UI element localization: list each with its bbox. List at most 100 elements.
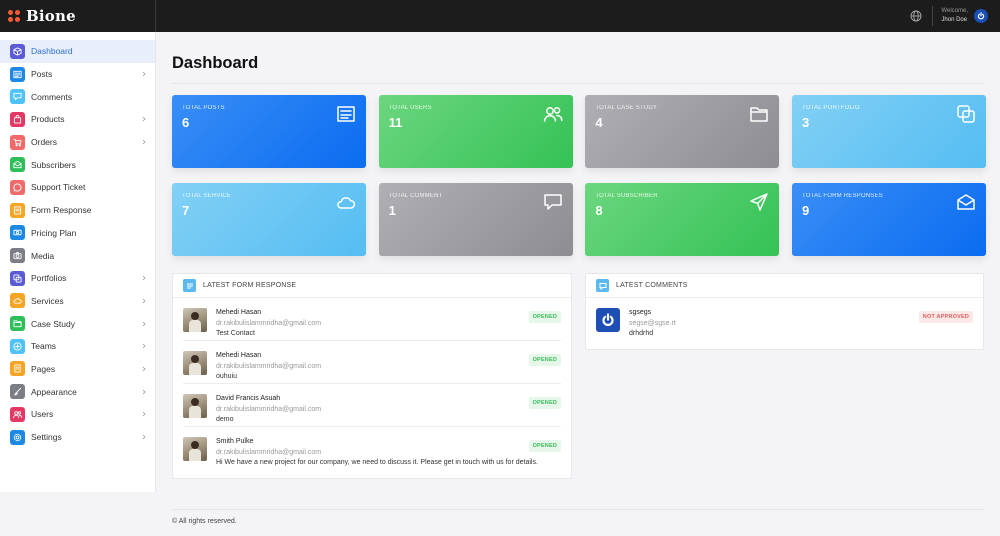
sidebar-item-label: Subscribers — [31, 159, 76, 170]
stat-value: 9 — [801, 203, 810, 218]
stat-label: TOTAL SERVICE — [182, 193, 232, 199]
stat-card-total-case-study[interactable]: TOTAL CASE STUDY 4 — [585, 95, 780, 168]
sidebar-item-label: Media — [31, 250, 55, 261]
stat-card-total-service[interactable]: TOTAL SERVICE 7 — [172, 183, 366, 256]
stat-card-total-comment[interactable]: TOTAL COMMENT 1 — [378, 183, 573, 256]
form-response-row[interactable]: Mehedi Hasan dr.rakibulislammridha@gmail.… — [183, 341, 561, 384]
title-divider — [172, 83, 984, 84]
comment-icon — [543, 192, 563, 210]
sidebar-item-dashboard[interactable]: Dashboard — [0, 40, 155, 63]
response-name: Smith Pulke — [216, 438, 254, 445]
response-text: Mehedi Hasan dr.rakibulislammridha@gmail.… — [216, 351, 561, 383]
stat-value: 7 — [182, 203, 190, 218]
sidebar-item-label: Appearance — [31, 386, 77, 397]
stat-label: TOTAL POSTS — [182, 105, 225, 111]
stat-value: 3 — [801, 115, 810, 130]
power-icon — [977, 12, 985, 20]
avatar — [183, 308, 207, 332]
sidebar-item-pages[interactable]: Pages — [0, 358, 155, 381]
comment-row[interactable]: sgsegs segse@sgse.rt drhdrhd NOT APPROVED — [596, 298, 973, 341]
chevron-right-icon — [142, 412, 146, 417]
stat-label: TOTAL USERS — [388, 105, 432, 111]
response-name: Mehedi Hasan — [216, 309, 262, 316]
mail-open-icon — [956, 192, 976, 210]
sidebar-item-services[interactable]: Services — [0, 290, 155, 313]
send-icon — [749, 192, 769, 211]
stat-value: 8 — [595, 203, 603, 218]
user-avatar[interactable] — [974, 9, 988, 23]
brand-logo[interactable]: Bione — [0, 0, 156, 32]
stat-label: TOTAL CASE STUDY — [595, 105, 658, 111]
sidebar-item-orders[interactable]: Orders — [0, 131, 155, 154]
sidebar-item-users[interactable]: Users — [0, 403, 155, 426]
layers-icon — [10, 270, 25, 286]
panel-header: LATEST COMMENTS — [586, 274, 983, 298]
sidebar-item-products[interactable]: Products — [0, 108, 155, 131]
footer-copyright: © All rights reserved. — [172, 518, 237, 525]
sidebar-item-portfolios[interactable]: Portfolios — [0, 267, 155, 290]
sidebar-item-label: Support Ticket — [31, 182, 86, 193]
circle-plus-icon — [10, 338, 25, 354]
header-user-area: Welcome, Jhon Doe — [910, 0, 1000, 32]
chevron-right-icon — [142, 434, 146, 440]
sidebar-item-comments[interactable]: Comments — [0, 85, 155, 108]
response-email: dr.rakibulislammridha@gmail.com — [216, 362, 322, 370]
sidebar-item-label: Comments — [31, 91, 73, 102]
sidebar-item-label: Products — [31, 114, 65, 125]
welcome-text: Welcome, Jhon Doe — [941, 7, 968, 25]
main-content: Dashboard TOTAL POSTS 6 TOTAL USERS 11 TOTAL… — [172, 32, 986, 479]
stat-card-total-form-responses[interactable]: TOTAL FORM RESPONSES 9 — [791, 183, 986, 256]
sidebar-item-subscribers[interactable]: Subscribers — [0, 153, 155, 176]
page-title: Dashboard — [172, 54, 259, 72]
welcome-label: Welcome, — [941, 8, 968, 14]
form-icon — [183, 279, 196, 292]
response-message: Hi We have a new project for our company… — [216, 459, 538, 466]
response-text: David Francis Asuah dr.rakibulislammridha… — [216, 394, 561, 426]
gear-icon — [10, 429, 25, 445]
users-icon — [10, 406, 25, 422]
globe-icon[interactable] — [910, 10, 922, 22]
sidebar: Dashboard Posts Comments Products Orders Subs… — [0, 32, 156, 492]
chevron-right-icon — [142, 275, 146, 281]
sidebar-item-label: Users — [31, 409, 54, 420]
avatar — [183, 394, 207, 418]
bag-icon — [10, 111, 25, 127]
form-icon — [10, 202, 25, 218]
panel-title: LATEST FORM RESPONSE — [203, 282, 297, 289]
stat-card-total-users[interactable]: TOTAL USERS 11 — [378, 95, 573, 168]
latest-comments-panel: LATEST COMMENTS sgsegs segse@sgse.rt drhdr… — [585, 273, 984, 350]
sidebar-item-support-ticket[interactable]: Support Ticket — [0, 176, 155, 199]
sidebar-item-case-study[interactable]: Case Study — [0, 312, 155, 335]
sidebar-item-media[interactable]: Media — [0, 244, 155, 267]
response-name: Mehedi Hasan — [216, 352, 262, 359]
top-bar: Bione Welcome, Jhon Doe — [0, 0, 1000, 32]
stat-card-total-portfolio[interactable]: TOTAL PORTFOLIO 3 — [791, 95, 986, 168]
power-icon — [602, 313, 614, 326]
brush-icon — [10, 384, 25, 400]
comment-list: sgsegs segse@sgse.rt drhdrhd NOT APPROVED — [586, 298, 983, 341]
response-message: ouhuiu — [216, 373, 238, 380]
newspaper-icon — [336, 104, 356, 122]
form-response-row[interactable]: Smith Pulke dr.rakibulislammridha@gmail.c… — [183, 427, 561, 470]
users-icon — [543, 104, 563, 122]
sidebar-item-settings[interactable]: Settings — [0, 426, 155, 449]
comment-icon — [10, 89, 25, 105]
sidebar-item-pricing-plan[interactable]: Pricing Plan — [0, 222, 155, 245]
cart-icon — [10, 134, 25, 150]
form-response-row[interactable]: David Francis Asuah dr.rakibulislammridha… — [183, 384, 561, 427]
folder-icon — [749, 104, 769, 122]
sidebar-item-posts[interactable]: Posts — [0, 63, 155, 86]
stat-card-total-posts[interactable]: TOTAL POSTS 6 — [172, 95, 366, 168]
chevron-right-icon — [142, 139, 146, 145]
chevron-right-icon — [142, 321, 146, 326]
sidebar-item-appearance[interactable]: Appearance — [0, 380, 155, 403]
form-response-row[interactable]: Mehedi Hasan dr.rakibulislammridha@gmail.… — [183, 298, 561, 341]
sidebar-item-form-response[interactable]: Form Response — [0, 199, 155, 222]
sidebar-item-label: Form Response — [31, 205, 92, 216]
money-icon — [10, 225, 25, 241]
mail-open-icon — [10, 157, 25, 173]
stat-label: TOTAL SUBSCRIBER — [595, 193, 658, 199]
sidebar-item-teams[interactable]: Teams — [0, 335, 155, 358]
stat-card-total-subscriber[interactable]: TOTAL SUBSCRIBER 8 — [585, 183, 780, 256]
response-email: dr.rakibulislammridha@gmail.com — [216, 319, 322, 327]
